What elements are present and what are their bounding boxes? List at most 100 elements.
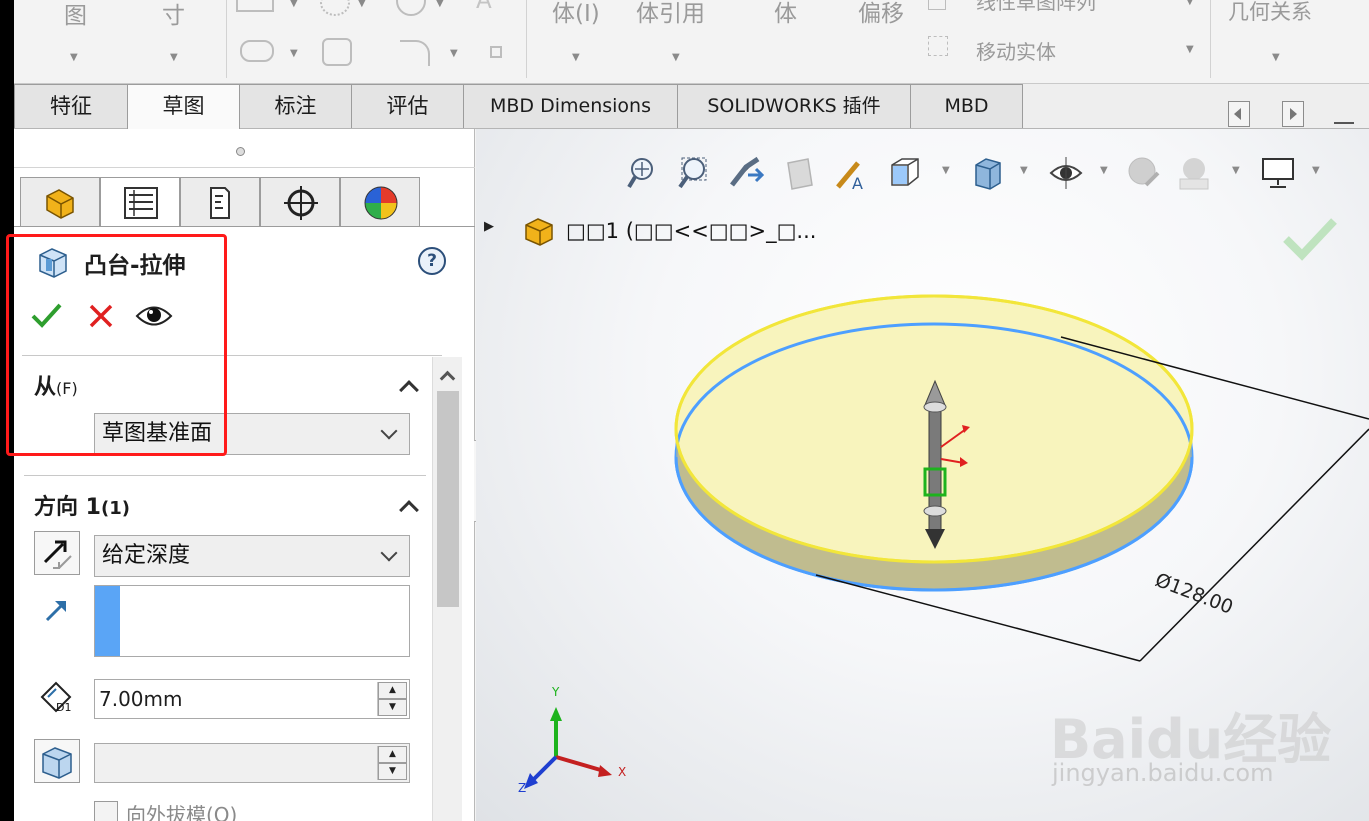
ribbon-linear-pattern[interactable]: 线性草图阵列 xyxy=(976,0,1096,15)
ribbon-offset[interactable]: 偏移 xyxy=(858,0,904,28)
chevron-down-icon[interactable]: ▼ xyxy=(358,0,366,9)
help-button[interactable]: ? xyxy=(418,247,446,275)
ribbon-separator xyxy=(526,0,527,78)
crosshair-icon xyxy=(284,186,318,220)
minimize-button[interactable] xyxy=(1334,122,1354,124)
divider xyxy=(14,226,475,227)
draft-icon xyxy=(42,747,72,779)
chevron-down-icon[interactable]: ▼ xyxy=(450,48,458,59)
chevron-down-icon[interactable]: ▼ xyxy=(1186,44,1194,55)
ribbon-move-entities[interactable]: 移动实体 xyxy=(976,36,1056,65)
command-tabs: 特征 草图 标注 评估 MBD Dimensions SOLIDWORKS 插件… xyxy=(14,84,1369,129)
slot-icon[interactable] xyxy=(240,40,274,62)
chevron-down-icon[interactable]: ▼ xyxy=(1186,0,1194,7)
command-ribbon: 图 ▼ 寸 ▼ ▼ ▼ ▼ A ▼ ▼ 体(I) ▼ 体引用 ▼ 体 偏移 线性… xyxy=(14,0,1369,84)
tab-sketch[interactable]: 草图 xyxy=(127,84,240,129)
tab-features[interactable]: 特征 xyxy=(14,84,128,128)
divider xyxy=(14,167,475,168)
collapse-up-icon[interactable] xyxy=(399,380,419,400)
scrollbar-thumb[interactable] xyxy=(437,391,459,607)
tab-dimxpert-manager[interactable] xyxy=(260,177,340,227)
arc-icon[interactable] xyxy=(396,0,426,16)
ribbon-separator xyxy=(1210,0,1211,78)
fillet-icon[interactable] xyxy=(400,40,430,66)
linear-pattern-icon xyxy=(928,0,946,10)
scrollbar[interactable] xyxy=(432,357,462,821)
direction-vector-icon xyxy=(45,601,66,622)
draft-outward-label: 向外拔模(O) xyxy=(126,803,238,821)
direction-selection-box[interactable] xyxy=(94,585,410,657)
property-manager-panel: 凸台-拉伸 ? 从(F) 草图基准面 方向 1(1) 给定深度 D1 7.00m… xyxy=(14,129,475,821)
ribbon-convert-entities[interactable]: 体(I) xyxy=(552,0,600,28)
panel-collapse-right-button[interactable] xyxy=(1282,101,1304,127)
draft-angle-input[interactable]: ▲ ▼ xyxy=(94,743,410,783)
spin-up-button[interactable]: ▲ xyxy=(378,682,407,699)
rectangle-icon[interactable] xyxy=(236,0,274,12)
depth-input[interactable]: 7.00mm ▲ ▼ xyxy=(94,679,410,719)
chevron-down-icon xyxy=(380,422,398,440)
ribbon-intersection-curve[interactable]: 体引用 xyxy=(636,0,705,28)
draft-spinner[interactable]: ▲ ▼ xyxy=(377,746,407,780)
tab-feature-manager[interactable] xyxy=(20,177,100,227)
depth-icon-label: D1 xyxy=(56,701,71,714)
watermark-url: jingyan.baidu.com xyxy=(1052,759,1274,787)
tab-display-manager[interactable] xyxy=(340,177,420,227)
point-icon[interactable] xyxy=(490,46,502,58)
tab-solidworks-addins[interactable]: SOLIDWORKS 插件 xyxy=(677,84,911,128)
configuration-icon xyxy=(210,187,230,219)
chevron-down-icon[interactable]: ▼ xyxy=(170,52,178,63)
spin-down-button[interactable]: ▼ xyxy=(378,763,407,780)
depth-value: 7.00mm xyxy=(99,687,183,711)
direction1-label: 方向 1 xyxy=(34,495,101,520)
feature-tree-icon xyxy=(46,189,74,219)
tab-evaluate[interactable]: 评估 xyxy=(351,84,464,128)
property-list-icon xyxy=(124,187,158,219)
reverse-direction-icon xyxy=(43,540,72,569)
spin-down-button[interactable]: ▼ xyxy=(378,699,407,716)
highlight-annotation xyxy=(6,234,227,456)
polygon-icon[interactable] xyxy=(322,38,352,66)
graphics-area[interactable]: A ▼ ▼ ▼ ▼ ▼ ▶ □□1 (□□<<□□>_□... Y X Z Ø1… xyxy=(476,129,1369,821)
reference-triad xyxy=(524,707,612,789)
ribbon-item-1[interactable]: 图 xyxy=(64,0,87,30)
depth-dimension-icon: D1 xyxy=(40,681,71,714)
collapse-up-icon[interactable] xyxy=(399,500,419,520)
circle-icon[interactable] xyxy=(320,0,350,16)
draft-toggle-button[interactable] xyxy=(34,739,80,783)
axis-label-z: Z xyxy=(518,781,527,795)
chevron-down-icon[interactable]: ▼ xyxy=(672,52,680,63)
direction1-section-header[interactable]: 方向 1(1) xyxy=(34,489,130,521)
move-entities-icon xyxy=(928,36,948,56)
chevron-down-icon[interactable]: ▼ xyxy=(70,52,78,63)
tab-property-manager[interactable] xyxy=(100,177,180,227)
chevron-down-icon[interactable]: ▼ xyxy=(572,52,580,63)
depth-spinner[interactable]: ▲ ▼ xyxy=(377,682,407,716)
ribbon-separator xyxy=(226,0,227,78)
direction1-hotkey: (1) xyxy=(100,498,130,519)
text-tool-icon[interactable]: A xyxy=(476,0,492,14)
tab-mbd-dimensions[interactable]: MBD Dimensions xyxy=(463,84,678,128)
panel-collapse-left-button[interactable] xyxy=(1228,101,1250,127)
tab-mbd[interactable]: MBD xyxy=(910,84,1023,128)
axis-label-x: X xyxy=(618,765,627,779)
ribbon-body[interactable]: 体 xyxy=(774,0,797,28)
selection-color-strip xyxy=(95,586,120,656)
chevron-down-icon[interactable]: ▼ xyxy=(436,0,444,9)
chevron-down-icon xyxy=(380,544,398,562)
tab-configuration-manager[interactable] xyxy=(180,177,260,227)
splitter-handle[interactable] xyxy=(236,147,245,156)
appearance-ball-icon xyxy=(364,186,398,220)
chevron-down-icon[interactable]: ▼ xyxy=(1272,52,1280,63)
chevron-down-icon[interactable]: ▼ xyxy=(290,0,298,9)
scroll-up-arrow-icon[interactable] xyxy=(439,370,456,387)
axis-label-y: Y xyxy=(552,685,560,699)
tab-markup[interactable]: 标注 xyxy=(239,84,352,128)
end-condition-select[interactable]: 给定深度 xyxy=(94,535,410,577)
draft-outward-checkbox[interactable] xyxy=(94,801,118,821)
ribbon-relations[interactable]: 几何关系 xyxy=(1228,0,1312,26)
chevron-down-icon[interactable]: ▼ xyxy=(290,48,298,59)
spin-up-button[interactable]: ▲ xyxy=(378,746,407,763)
ribbon-item-2[interactable]: 寸 xyxy=(162,0,185,30)
reverse-direction-button[interactable] xyxy=(34,531,80,575)
end-condition-value: 给定深度 xyxy=(102,543,191,568)
